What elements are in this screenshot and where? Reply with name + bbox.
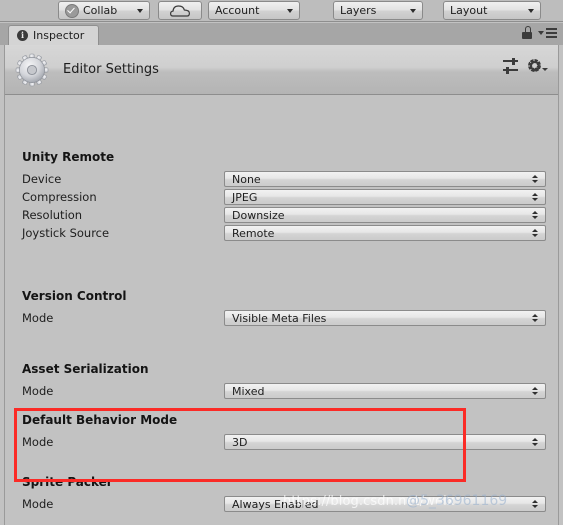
collab-button-label: Collab xyxy=(83,4,118,17)
cloud-icon xyxy=(170,4,190,17)
preset-sliders-icon[interactable] xyxy=(503,58,518,74)
chevron-down-icon xyxy=(528,8,534,13)
layers-button-label: Layers xyxy=(340,4,377,17)
settings-row: Device None xyxy=(5,170,558,188)
dropdown-value: Remote xyxy=(232,226,275,240)
layers-button[interactable]: Layers xyxy=(333,1,423,20)
account-button[interactable]: Account xyxy=(208,1,300,20)
cloud-services-button[interactable] xyxy=(158,1,202,20)
section-title: Version Control xyxy=(22,289,127,303)
settings-section: Default Behavior Mode Mode 3D xyxy=(5,413,558,451)
settings-section: Version Control Mode Visible Meta Files xyxy=(5,289,558,327)
settings-section: Unity Remote Device None Compression JPEG Res… xyxy=(5,150,558,242)
settings-section: Sprite Packer Mode Always Enabled xyxy=(5,475,558,513)
info-circle-icon: i xyxy=(17,30,28,41)
dropdown-mode[interactable]: 3D xyxy=(224,434,546,450)
gear-dropdown-icon[interactable] xyxy=(528,59,548,72)
gear-icon xyxy=(15,53,49,87)
settings-row: Compression JPEG xyxy=(5,188,558,206)
settings-row-label: Mode xyxy=(22,497,54,511)
settings-row-label: Joystick Source xyxy=(22,226,110,240)
page-title: Editor Settings xyxy=(63,62,159,77)
settings-row-label: Resolution xyxy=(22,208,83,222)
chevron-down-icon xyxy=(137,8,143,13)
dropdown-joystick-source[interactable]: Remote xyxy=(224,225,546,241)
updown-arrows-icon xyxy=(532,193,538,201)
editor-settings-header: Editor Settings xyxy=(5,45,558,95)
account-button-label: Account xyxy=(215,4,260,17)
dropdown-mode[interactable]: Always Enabled xyxy=(224,496,546,512)
dropdown-mode[interactable]: Mixed xyxy=(224,383,546,399)
updown-arrows-icon xyxy=(532,500,538,508)
updown-arrows-icon xyxy=(532,229,538,237)
settings-row: Mode 3D xyxy=(5,433,558,451)
section-title: Sprite Packer xyxy=(22,475,113,489)
updown-arrows-icon xyxy=(532,438,538,446)
settings-row-label: Mode xyxy=(22,311,54,325)
dropdown-value: None xyxy=(232,172,261,186)
inspector-tab-bar: i Inspector xyxy=(0,23,563,45)
settings-row: Joystick Source Remote xyxy=(5,224,558,242)
hamburger-menu-icon[interactable] xyxy=(538,27,557,38)
updown-arrows-icon xyxy=(532,314,538,322)
collab-button[interactable]: Collab xyxy=(58,1,150,20)
dropdown-value: JPEG xyxy=(232,190,258,204)
settings-row-label: Mode xyxy=(22,435,54,449)
layout-button-label: Layout xyxy=(450,4,488,17)
inspector-tab-actions xyxy=(522,26,557,39)
section-title: Unity Remote xyxy=(22,150,115,164)
unity-top-toolbar: Collab Account Layers Layout xyxy=(0,0,563,22)
lock-open-icon[interactable] xyxy=(522,26,532,39)
dropdown-value: Downsize xyxy=(232,208,285,222)
dropdown-mode[interactable]: Visible Meta Files xyxy=(224,310,546,326)
dropdown-device[interactable]: None xyxy=(224,171,546,187)
dropdown-value: Mixed xyxy=(232,384,265,398)
tab-inspector[interactable]: i Inspector xyxy=(8,25,100,45)
settings-row: Mode Visible Meta Files xyxy=(5,309,558,327)
chevron-down-icon xyxy=(410,8,416,13)
settings-row-label: Mode xyxy=(22,384,54,398)
chevron-down-icon xyxy=(287,8,293,13)
settings-row-label: Compression xyxy=(22,190,97,204)
updown-arrows-icon xyxy=(532,211,538,219)
section-title: Asset Serialization xyxy=(22,362,149,376)
settings-section: Asset Serialization Mode Mixed xyxy=(5,362,558,400)
settings-row: Mode Always Enabled xyxy=(5,495,558,513)
updown-arrows-icon xyxy=(532,175,538,183)
dropdown-value: Always Enabled xyxy=(232,497,319,511)
inspector-panel: Editor Settings Unity Remote Device None Co… xyxy=(4,45,559,525)
settings-row: Mode Mixed xyxy=(5,382,558,400)
section-title: Default Behavior Mode xyxy=(22,413,178,427)
settings-row: Resolution Downsize xyxy=(5,206,558,224)
settings-row-label: Device xyxy=(22,172,62,186)
check-circle-icon xyxy=(65,3,79,18)
dropdown-compression[interactable]: JPEG xyxy=(224,189,546,205)
dropdown-resolution[interactable]: Downsize xyxy=(224,207,546,223)
updown-arrows-icon xyxy=(532,387,538,395)
dropdown-value: 3D xyxy=(232,435,248,449)
tab-inspector-label: Inspector xyxy=(33,29,85,42)
header-icon-group xyxy=(503,58,548,74)
layout-button[interactable]: Layout xyxy=(443,1,541,20)
unity-editor-settings-window: Collab Account Layers Layout i Inspector xyxy=(0,0,563,525)
dropdown-value: Visible Meta Files xyxy=(232,311,327,325)
